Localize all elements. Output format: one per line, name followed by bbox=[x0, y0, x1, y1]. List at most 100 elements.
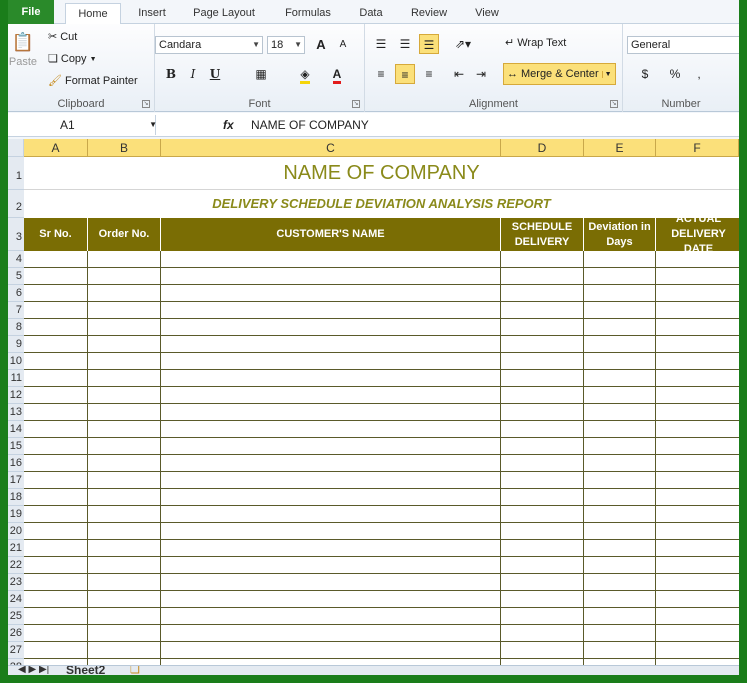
grid-cell[interactable] bbox=[584, 404, 656, 421]
grid-cell[interactable] bbox=[656, 302, 739, 319]
column-header-b[interactable]: B bbox=[88, 139, 161, 157]
grid-cell[interactable] bbox=[88, 472, 161, 489]
sheet-nav-arrows-icon[interactable]: ◀ ▶ ▶| bbox=[18, 666, 49, 675]
grid-cell[interactable] bbox=[88, 625, 161, 642]
grid-cell[interactable] bbox=[161, 608, 501, 625]
grid-cell[interactable] bbox=[656, 506, 739, 523]
grid-cell[interactable] bbox=[501, 608, 584, 625]
grid-cell[interactable] bbox=[24, 540, 88, 557]
grid-cell[interactable] bbox=[501, 455, 584, 472]
grid-cell[interactable] bbox=[584, 438, 656, 455]
grid-cell[interactable] bbox=[161, 523, 501, 540]
row-header[interactable]: 4 bbox=[8, 251, 24, 268]
grid-cell[interactable] bbox=[88, 404, 161, 421]
select-all-corner[interactable] bbox=[8, 139, 24, 157]
grid-cell[interactable] bbox=[584, 302, 656, 319]
tab-page-layout[interactable]: Page Layout bbox=[184, 3, 264, 25]
grid-cell[interactable] bbox=[88, 268, 161, 285]
tab-view[interactable]: View bbox=[464, 3, 510, 25]
grid-cell[interactable] bbox=[88, 302, 161, 319]
paste-button[interactable]: 📋 Paste bbox=[8, 28, 38, 68]
row-header[interactable]: 7 bbox=[8, 302, 24, 319]
grid-cell[interactable] bbox=[501, 438, 584, 455]
grid-cell[interactable] bbox=[656, 455, 739, 472]
grid-cell[interactable] bbox=[161, 540, 501, 557]
grid-cell[interactable] bbox=[161, 489, 501, 506]
column-header-c[interactable]: C bbox=[161, 139, 501, 157]
row-header[interactable]: 27 bbox=[8, 642, 24, 659]
align-center-button[interactable]: ≡ bbox=[395, 64, 415, 84]
grid-cell[interactable] bbox=[88, 574, 161, 591]
grid-cell[interactable] bbox=[88, 336, 161, 353]
grid-cell[interactable] bbox=[501, 642, 584, 659]
row-header[interactable]: 8 bbox=[8, 319, 24, 336]
grid-cell[interactable] bbox=[656, 336, 739, 353]
grid-cell[interactable] bbox=[161, 387, 501, 404]
row-header[interactable]: 1 bbox=[8, 157, 24, 190]
grid-cell[interactable] bbox=[584, 455, 656, 472]
row-header[interactable]: 20 bbox=[8, 523, 24, 540]
row-header[interactable]: 2 bbox=[8, 190, 24, 218]
grid-cell[interactable] bbox=[584, 591, 656, 608]
grid-cell[interactable] bbox=[88, 251, 161, 268]
grid-cell[interactable] bbox=[501, 251, 584, 268]
grid-cell[interactable] bbox=[501, 625, 584, 642]
grid-cell[interactable] bbox=[88, 506, 161, 523]
align-bottom-button[interactable]: ☰ bbox=[419, 34, 439, 54]
number-format-select[interactable]: General bbox=[627, 36, 739, 54]
grid-cell[interactable] bbox=[24, 608, 88, 625]
align-middle-button[interactable]: ☰ bbox=[395, 34, 415, 54]
row-header[interactable]: 21 bbox=[8, 540, 24, 557]
row-header[interactable]: 12 bbox=[8, 387, 24, 404]
grid-cell[interactable] bbox=[656, 574, 739, 591]
align-left-button[interactable]: ≡ bbox=[371, 64, 391, 84]
grid-cell[interactable] bbox=[88, 370, 161, 387]
grid-cell[interactable] bbox=[161, 404, 501, 421]
grid-cell[interactable] bbox=[584, 642, 656, 659]
grid-cell[interactable] bbox=[584, 268, 656, 285]
italic-button[interactable]: I bbox=[183, 64, 203, 84]
grid-cell[interactable] bbox=[501, 353, 584, 370]
decrease-indent-button[interactable]: ⇤ bbox=[449, 64, 469, 84]
grid-cell[interactable] bbox=[501, 506, 584, 523]
grid-cell[interactable] bbox=[584, 625, 656, 642]
row-header[interactable]: 16 bbox=[8, 455, 24, 472]
grid-cell[interactable] bbox=[501, 557, 584, 574]
grid-cell[interactable] bbox=[88, 438, 161, 455]
header-sr-no[interactable]: Sr No. bbox=[24, 218, 88, 251]
grid-cell[interactable] bbox=[501, 370, 584, 387]
grid-cell[interactable] bbox=[88, 387, 161, 404]
header-schedule-delivery[interactable]: SCHEDULE DELIVERY bbox=[501, 218, 584, 251]
copy-button[interactable]: ❏ Copy ▼ bbox=[48, 52, 97, 66]
grid-cell[interactable] bbox=[24, 302, 88, 319]
grid-cell[interactable] bbox=[161, 574, 501, 591]
grid-cell[interactable] bbox=[24, 370, 88, 387]
font-color-button[interactable]: A bbox=[327, 64, 347, 84]
insert-sheet-icon[interactable]: ❏ bbox=[130, 666, 140, 675]
grid-cell[interactable] bbox=[161, 370, 501, 387]
grid-cell[interactable] bbox=[24, 319, 88, 336]
grid-cell[interactable] bbox=[501, 591, 584, 608]
grid-cell[interactable] bbox=[656, 642, 739, 659]
grid-cell[interactable] bbox=[161, 353, 501, 370]
alignment-launcher-icon[interactable]: ↘ bbox=[610, 100, 618, 108]
row-header[interactable]: 5 bbox=[8, 268, 24, 285]
grid-cell[interactable] bbox=[88, 540, 161, 557]
grid-cell[interactable] bbox=[24, 489, 88, 506]
comma-button[interactable]: , bbox=[689, 64, 709, 84]
column-header-d[interactable]: D bbox=[501, 139, 584, 157]
grid-cell[interactable] bbox=[656, 472, 739, 489]
grid-cell[interactable] bbox=[584, 574, 656, 591]
grid-cell[interactable] bbox=[584, 387, 656, 404]
grid-cell[interactable] bbox=[24, 285, 88, 302]
grid-cell[interactable] bbox=[656, 625, 739, 642]
row-header[interactable]: 17 bbox=[8, 472, 24, 489]
grid-cell[interactable] bbox=[501, 421, 584, 438]
grid-cell[interactable] bbox=[501, 489, 584, 506]
insert-function-button[interactable]: fx bbox=[223, 115, 234, 135]
grid-cell[interactable] bbox=[161, 251, 501, 268]
grid-cell[interactable] bbox=[656, 591, 739, 608]
wrap-text-button[interactable]: ↵ Wrap Text bbox=[505, 36, 566, 50]
row-header[interactable]: 24 bbox=[8, 591, 24, 608]
row-header[interactable]: 25 bbox=[8, 608, 24, 625]
